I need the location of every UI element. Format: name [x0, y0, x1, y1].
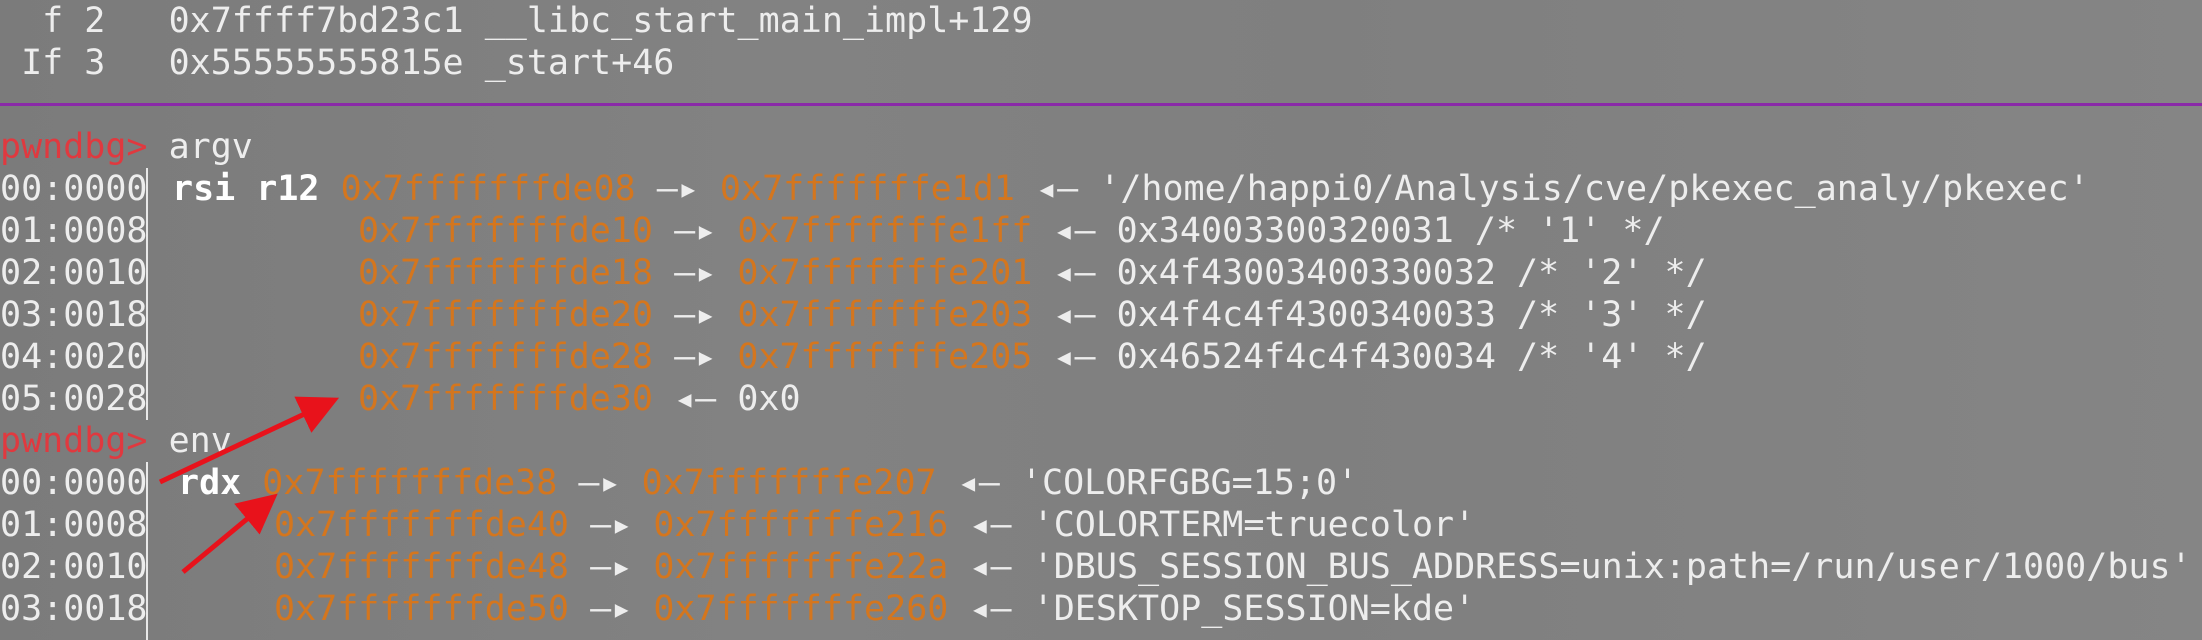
- annotation-arrow-icon: [158, 396, 340, 485]
- terminal-window[interactable]: f 2 0x7ffff7bd23c1 __libc_start_main_imp…: [0, 0, 2202, 640]
- annotation-arrows: [158, 396, 340, 574]
- annotation-arrow-icon: [181, 493, 278, 574]
